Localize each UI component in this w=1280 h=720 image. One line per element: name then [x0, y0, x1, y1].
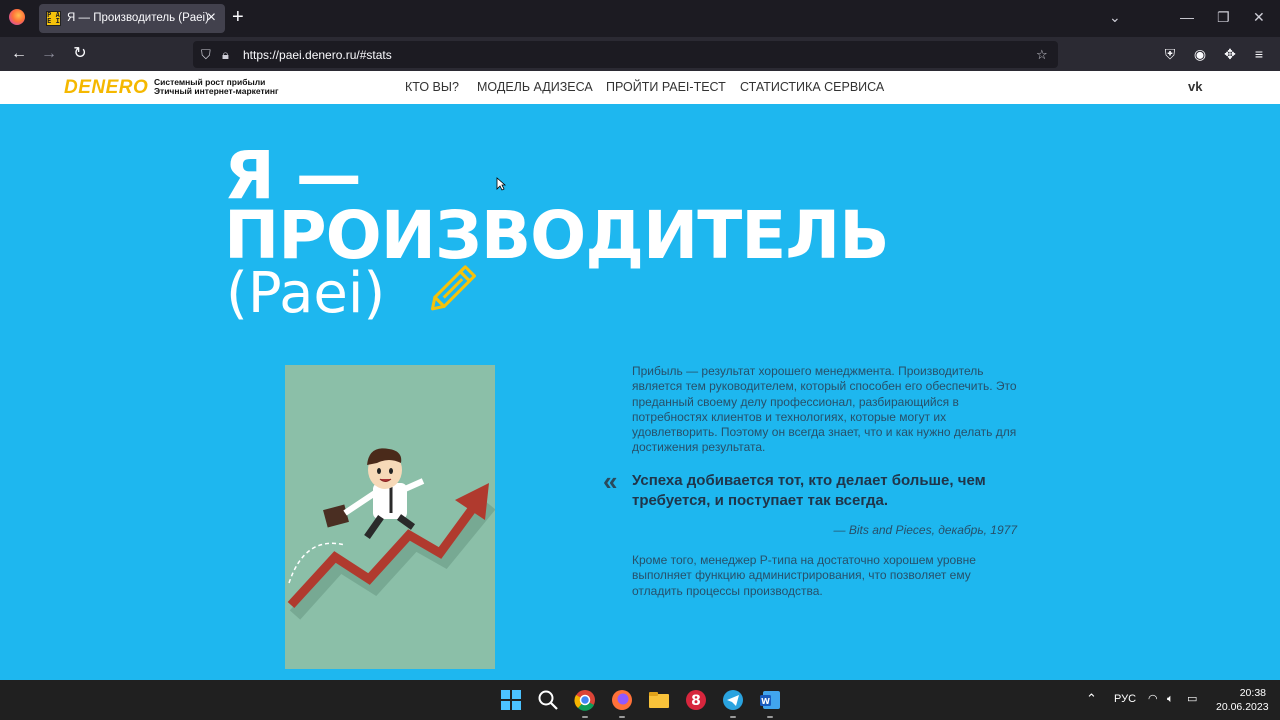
address-bar[interactable]: ⛉ 🔒︎ https://paei.denero.ru/#stats ☆	[193, 41, 1058, 68]
yandex-icon[interactable]: 8	[684, 688, 708, 712]
battery-icon[interactable]: ▭	[1187, 692, 1197, 706]
denero-logo[interactable]: DENERO	[64, 77, 148, 99]
quote-mark-icon: «	[603, 466, 618, 496]
page-title: Я — ПРОИЗВОДИТЕЛЬ	[224, 143, 889, 274]
restore-window-button[interactable]: ❐	[1217, 8, 1230, 26]
menu-adizes-model[interactable]: МОДЕЛЬ АДИЗЕСА	[477, 80, 593, 94]
mouse-cursor-icon	[496, 177, 506, 191]
minimize-window-button[interactable]: —	[1180, 8, 1194, 26]
browser-tabstrip: P AE I Я — Производитель (Paei) × + ⌄ — …	[0, 0, 1280, 37]
quote-text: Успеха добивается тот, кто делает больше…	[632, 472, 986, 509]
forward-button[interactable]: →	[38, 43, 60, 65]
page-subtitle: (Paei)	[226, 261, 386, 326]
title-line2: ПРОИЗВОДИТЕЛЬ	[224, 197, 889, 274]
language-indicator[interactable]: РУС	[1114, 692, 1136, 706]
search-icon[interactable]	[536, 688, 560, 712]
telegram-running-indicator	[730, 716, 736, 718]
clock-date: 20.06.2023	[1216, 701, 1269, 713]
pencil-icon	[430, 265, 477, 311]
vk-icon[interactable]: vk	[1188, 79, 1202, 94]
extensions-icon[interactable]: ✥	[1220, 44, 1240, 64]
tab-close-icon[interactable]: ×	[207, 9, 216, 27]
menu-who-are-you[interactable]: КТО ВЫ?	[405, 80, 459, 94]
svg-text:8: 8	[691, 693, 701, 709]
firefox-running-indicator	[619, 716, 625, 718]
firefox-taskbar-icon[interactable]	[610, 688, 634, 712]
site-tagline: Системный рост прибыли Этичный интернет-…	[154, 78, 279, 96]
tagline-line2: Этичный интернет-маркетинг	[154, 86, 279, 96]
new-tab-button[interactable]: +	[232, 7, 244, 27]
show-hidden-icons-chevron-icon[interactable]: ⌃	[1086, 692, 1097, 706]
second-paragraph: Кроме того, менеджер P-типа на достаточн…	[632, 553, 976, 598]
bookmark-star-icon[interactable]: ☆	[1036, 46, 1048, 63]
windows-taskbar: 8 W ⌃ РУС ◠ 🔈︎ ▭ 20:38 20.06.2023	[0, 680, 1280, 720]
volume-icon[interactable]: 🔈︎	[1167, 692, 1174, 706]
firefox-menu-icon[interactable]	[9, 9, 25, 25]
file-explorer-icon[interactable]	[647, 688, 671, 712]
quote-citation: — Bits and Pieces, декабрь, 1977	[833, 523, 1017, 537]
wifi-icon[interactable]: ◠	[1148, 692, 1158, 706]
browser-tab-active[interactable]: P AE I Я — Производитель (Paei) ×	[39, 4, 225, 33]
app-menu-icon[interactable]: ≡	[1249, 44, 1269, 64]
tracking-shield-icon[interactable]: ⛉	[201, 46, 211, 63]
intro-paragraph: Прибыль — результат хорошего менеджмента…	[632, 364, 1017, 455]
back-button[interactable]: ←	[8, 43, 30, 65]
start-menu-icon[interactable]	[499, 688, 523, 712]
system-clock[interactable]: 20:38 20.06.2023	[1216, 686, 1269, 714]
close-window-button[interactable]: ✕	[1253, 8, 1265, 26]
word-icon[interactable]: W	[758, 688, 782, 712]
reload-button[interactable]: ↻	[69, 43, 91, 65]
word-running-indicator	[767, 716, 773, 718]
clock-time: 20:38	[1239, 687, 1266, 699]
account-icon[interactable]: ◉	[1190, 44, 1210, 64]
site-favicon-icon: P AE I	[46, 11, 61, 26]
browser-navbar: ← → ↻ ⛉ 🔒︎ https://paei.denero.ru/#stats…	[0, 37, 1280, 71]
businessman-growth-illustration	[287, 448, 495, 620]
telegram-icon[interactable]	[721, 688, 745, 712]
url-text[interactable]: https://paei.denero.ru/#stats	[243, 48, 392, 62]
menu-service-stats[interactable]: СТАТИСТИКА СЕРВИСА	[740, 80, 884, 94]
illustration-card	[285, 365, 495, 669]
svg-text:W: W	[761, 697, 770, 706]
site-header: DENERO Системный рост прибыли Этичный ин…	[0, 71, 1280, 104]
pocket-icon[interactable]: ⛨	[1160, 44, 1180, 64]
tab-title: Я — Производитель (Paei)	[67, 12, 209, 24]
menu-take-paei-test[interactable]: ПРОЙТИ PAEI-ТЕСТ	[606, 80, 726, 94]
lock-icon[interactable]: 🔒︎	[222, 46, 229, 63]
chrome-running-indicator	[582, 716, 588, 718]
chrome-icon[interactable]	[573, 688, 597, 712]
list-all-tabs-icon[interactable]: ⌄	[1109, 8, 1121, 26]
